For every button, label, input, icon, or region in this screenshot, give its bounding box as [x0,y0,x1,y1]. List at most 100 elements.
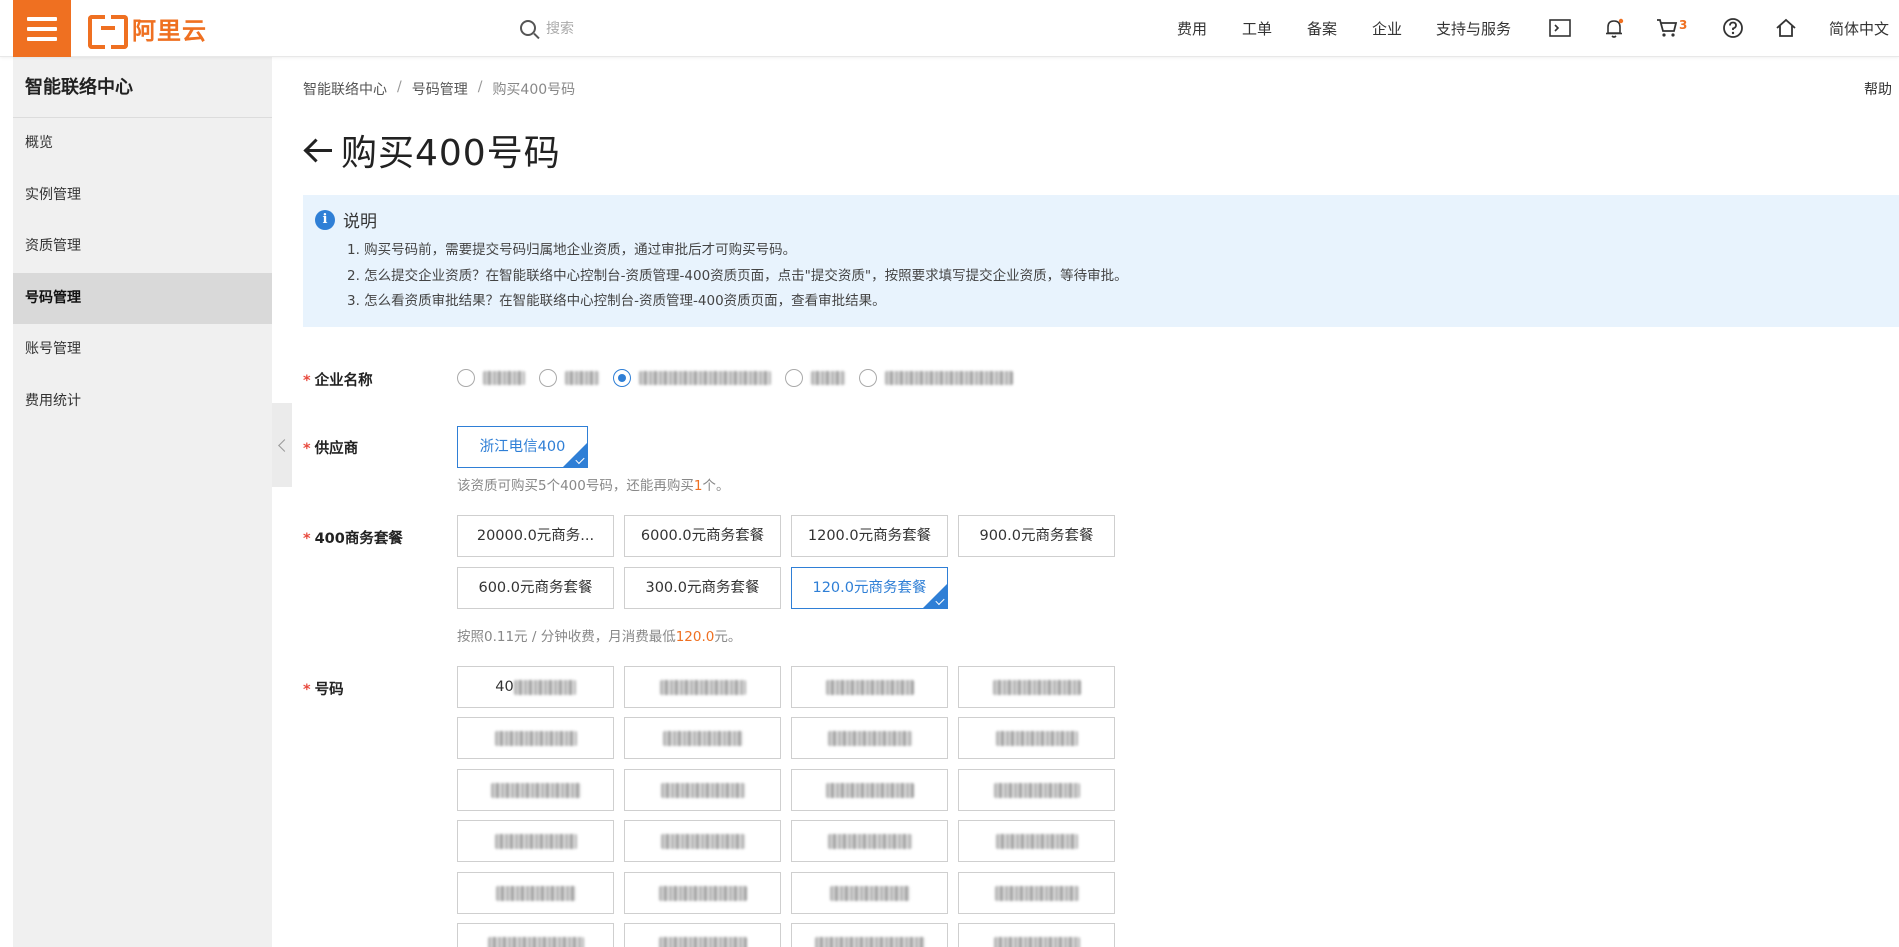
number-option[interactable] [958,666,1115,708]
number-option[interactable] [624,717,781,759]
company-option-selected[interactable] [613,369,771,387]
info-notice: i 说明 1. 购买号码前，需要提交号码归属地企业资质，通过审批后才可购买号码。… [303,195,1899,327]
breadcrumb-item[interactable]: 智能联络中心 [303,79,387,99]
number-option[interactable] [791,820,948,862]
number-option[interactable] [624,923,781,947]
supplier-label: * 供应商 [303,441,359,457]
supplier-option[interactable]: 浙江电信400 [457,426,588,468]
package-option[interactable]: 20000.0元商务... [457,515,614,557]
redacted-number [662,730,743,746]
redacted-number [494,730,577,746]
check-icon [575,454,585,465]
info-icon: i [315,209,335,230]
redacted-number [995,833,1078,849]
package-option-selected[interactable]: 120.0元商务套餐 [791,567,948,609]
redacted-company-name [811,371,845,385]
number-option[interactable] [958,923,1115,947]
package-option[interactable]: 900.0元商务套餐 [958,515,1115,557]
nav-fee[interactable]: 费用 [1177,18,1207,39]
nav-enterprise[interactable]: 企业 [1372,18,1402,39]
sidebar-collapse-toggle[interactable] [272,403,292,487]
sidebar-item-billing[interactable]: 费用统计 [13,376,272,428]
company-option[interactable] [457,369,525,387]
breadcrumb: 智能联络中心 / 号码管理 / 购买400号码 [303,79,575,99]
number-option[interactable] [791,872,948,914]
redacted-number [829,885,910,901]
breadcrumb-current: 购买400号码 [492,82,576,98]
redacted-number [992,679,1081,695]
redacted-number [658,885,747,901]
company-option[interactable] [859,369,1013,387]
redacted-number [814,936,925,947]
number-option[interactable]: 40 [457,666,614,708]
number-option[interactable] [958,820,1115,862]
number-option[interactable] [624,820,781,862]
terminal-icon[interactable] [1547,15,1573,41]
nav-filing[interactable]: 备案 [1307,18,1337,39]
package-option[interactable]: 1200.0元商务套餐 [791,515,948,557]
redacted-number [994,885,1079,901]
redacted-number [660,782,745,798]
redacted-number [995,730,1078,746]
nav-support[interactable]: 支持与服务 [1436,18,1511,39]
page-title: 购买400号码 [341,133,561,174]
number-option[interactable] [791,666,948,708]
redacted-company-name [483,371,525,385]
sidebar-item-instances[interactable]: 实例管理 [13,170,272,222]
package-option[interactable]: 600.0元商务套餐 [457,567,614,609]
cart-icon[interactable]: 3 [1656,15,1700,41]
language-switch[interactable]: 简体中文 [1829,18,1889,39]
company-option[interactable] [785,369,845,387]
number-option[interactable] [457,872,614,914]
redacted-number [825,782,914,798]
number-option[interactable] [791,717,948,759]
number-option[interactable] [457,820,614,862]
number-option[interactable] [958,769,1115,811]
hamburger-menu-icon[interactable] [13,0,71,57]
bell-icon[interactable] [1601,15,1627,41]
package-option[interactable]: 300.0元商务套餐 [624,567,781,609]
redacted-number [513,679,576,695]
aliyun-logo[interactable]: 阿里云 [88,12,207,49]
number-option[interactable] [624,666,781,708]
number-option[interactable] [457,717,614,759]
sidebar-item-qualifications[interactable]: 资质管理 [13,221,272,273]
sidebar-title: 智能联络中心 [13,57,272,118]
sidebar-item-accounts[interactable]: 账号管理 [13,324,272,376]
number-option[interactable] [457,769,614,811]
search-input[interactable]: 搜索 [520,12,820,44]
notice-title: 说明 [343,212,377,232]
sidebar-item-numbers[interactable]: 号码管理 [13,272,272,324]
number-option[interactable] [624,769,781,811]
back-arrow-icon[interactable] [303,135,333,165]
package-label: * 400商务套餐 [303,531,403,547]
sidebar: 智能联络中心 概览 实例管理 资质管理 号码管理 账号管理 费用统计 [13,57,272,947]
page-header: 购买400号码 [303,124,561,176]
number-option[interactable] [791,769,948,811]
number-option[interactable] [958,872,1115,914]
number-option[interactable] [624,872,781,914]
number-option[interactable] [791,923,948,947]
notice-line: 1. 购买号码前，需要提交号码归属地企业资质，通过审批后才可购买号码。 [347,242,797,258]
nav-ticket[interactable]: 工单 [1242,18,1272,39]
cart-count-badge: 3 [1679,18,1688,32]
supplier-hint: 该资质可购买5个400号码，还能再购买1个。 [457,478,730,494]
number-option[interactable] [958,717,1115,759]
redacted-number [658,936,747,947]
notice-line: 2. 怎么提交企业资质？在智能联络中心控制台-资质管理-400资质页面，点击"提… [347,267,1128,284]
home-icon[interactable] [1773,15,1799,41]
number-option[interactable] [457,923,614,947]
redacted-number [993,782,1080,798]
sidebar-item-overview[interactable]: 概览 [13,118,272,170]
redacted-number [660,833,745,849]
help-link[interactable]: 帮助 [1864,79,1892,99]
redacted-number [825,679,914,695]
chevron-left-icon [277,438,291,452]
company-option[interactable] [539,369,599,387]
redacted-number [993,936,1080,947]
redacted-number [495,885,576,901]
package-option[interactable]: 6000.0元商务套餐 [624,515,781,557]
help-icon[interactable] [1720,15,1746,41]
breadcrumb-item[interactable]: 号码管理 [412,79,468,99]
aliyun-logo-icon [88,15,128,49]
